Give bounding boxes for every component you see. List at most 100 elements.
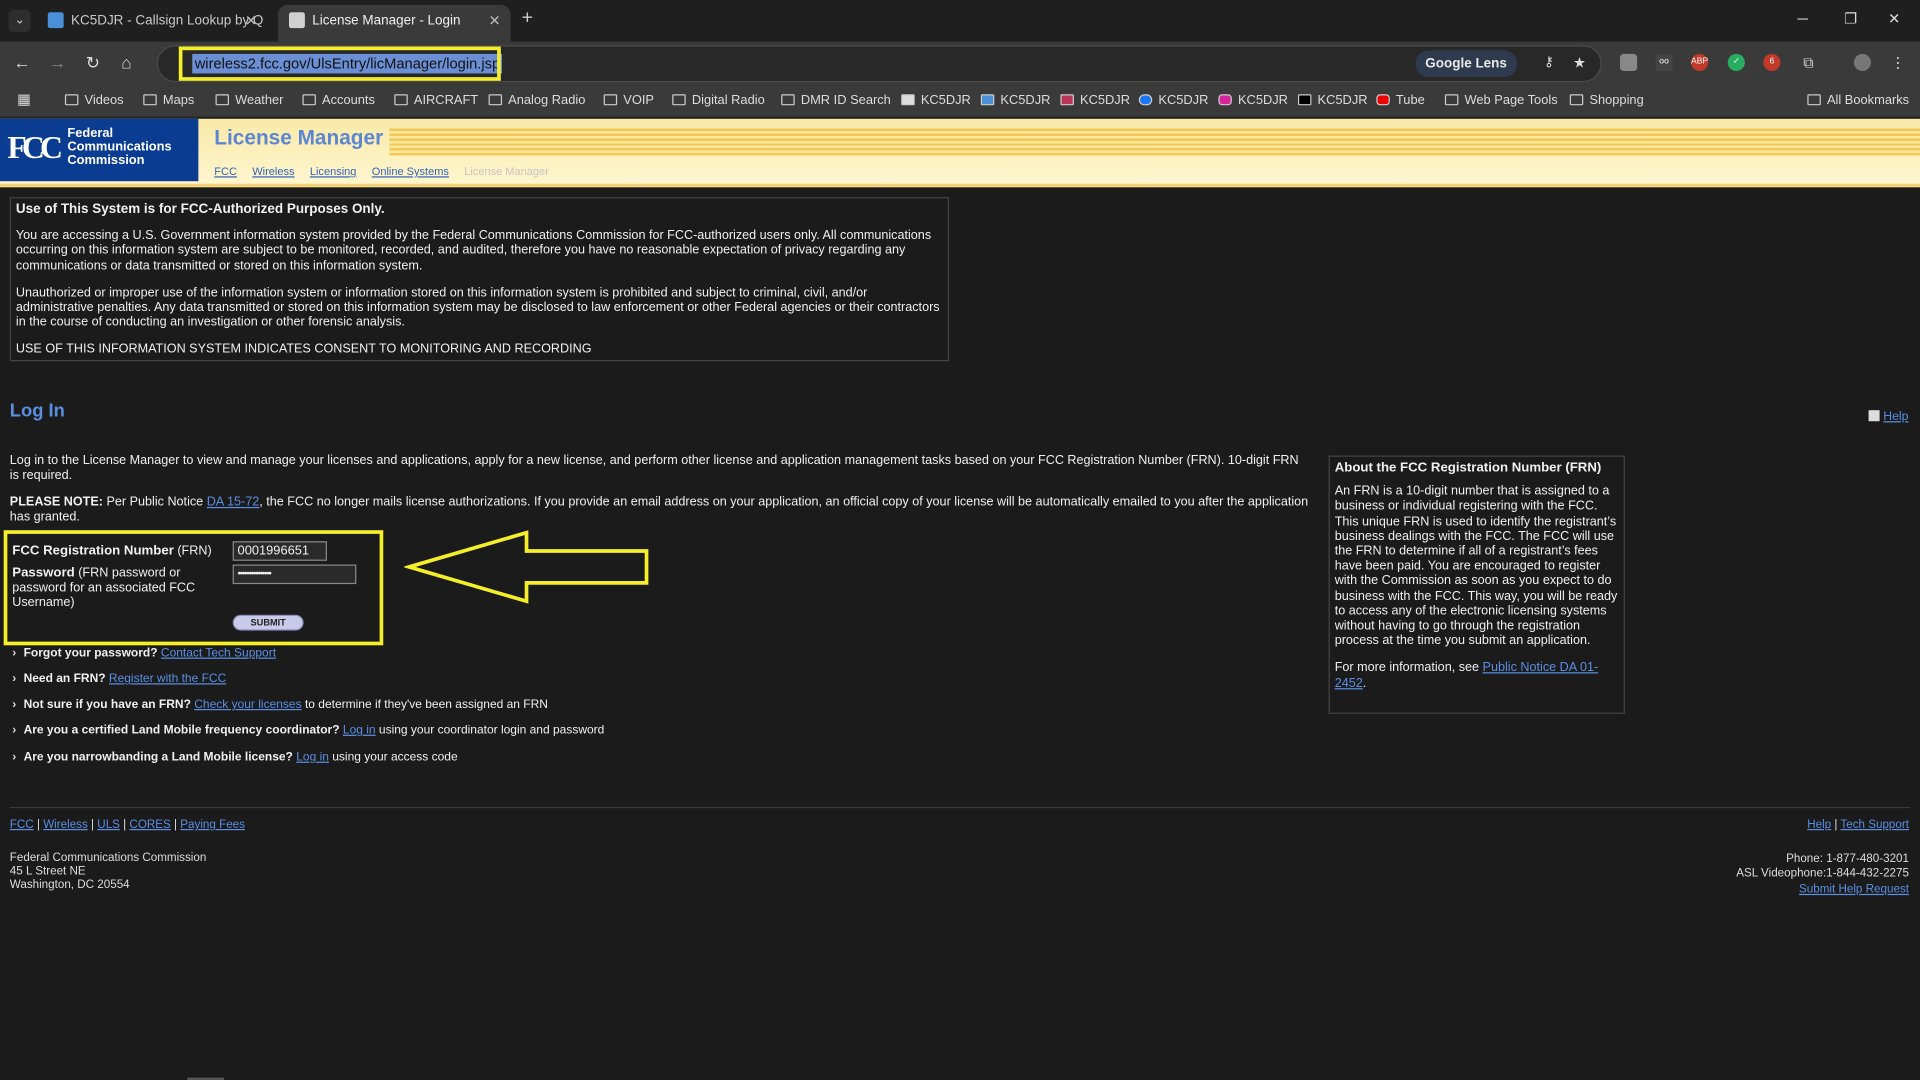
extension-icon[interactable]: oo [1655, 53, 1673, 72]
bookmark-folder[interactable]: Analog Radio [488, 93, 585, 108]
bookmark-folder[interactable]: Videos [64, 93, 124, 108]
profile-avatar-icon[interactable] [1853, 53, 1872, 72]
lens-label: Google Lens [1425, 56, 1507, 72]
bookmark-link[interactable]: Tube [1376, 93, 1425, 108]
submit-help-request-link[interactable]: Submit Help Request [1736, 883, 1909, 898]
google-lens-button[interactable]: Google Lens [1415, 50, 1517, 78]
bookmark-folder[interactable]: Maps [143, 93, 194, 108]
bookmark-folder[interactable]: Weather [215, 93, 283, 108]
bookmark-link[interactable]: KC5DJR [1060, 93, 1130, 108]
bookmark-link[interactable]: KC5DJR [901, 93, 971, 108]
login-intro: Log in to the License Manager to view an… [10, 454, 1310, 537]
folder-icon [64, 94, 79, 106]
back-icon[interactable]: ← [13, 53, 30, 73]
fcc-logo[interactable]: FCC Federal Communications Commission [0, 118, 199, 182]
all-bookmarks[interactable]: All Bookmarks [1807, 93, 1909, 108]
tab-bar: ⌄ KC5DJR - Callsign Lookup by Q ✕ Licens… [0, 0, 1920, 42]
screen: ⌄ KC5DJR - Callsign Lookup by Q ✕ Licens… [0, 0, 1920, 1080]
frn-more-info: For more information, see Public Notice … [1334, 661, 1599, 691]
bookmarks-bar: ▦ Videos Maps Weather Accounts AIRCRAFT … [0, 85, 1920, 118]
footer-link-help[interactable]: Help [1807, 818, 1831, 831]
bookmark-link[interactable]: KC5DJR [1297, 93, 1368, 108]
coordinator-login-link[interactable]: Log in [343, 724, 376, 737]
asl-videophone: ASL Videophone:1-844-432-2275 [1736, 867, 1909, 881]
warning-text: You are accessing a U.S. Government info… [15, 229, 932, 273]
extension-icon[interactable] [1620, 53, 1638, 72]
bookmark-link[interactable]: KC5DJR [980, 93, 1050, 108]
notice-link[interactable]: DA 15-72 [207, 496, 260, 509]
intro-text: Log in to the License Manager to view an… [9, 454, 1299, 483]
frn-info-box: About the FCC Registration Number (FRN) … [1328, 455, 1625, 714]
list-item: › Need an FRN? Register with the FCC [12, 672, 227, 686]
x-twitter-icon [1297, 94, 1312, 106]
bookmark-folder[interactable]: AIRCRAFT [394, 93, 478, 108]
new-tab-icon[interactable]: + [522, 7, 533, 29]
bookmark-star-icon[interactable]: ★ [1571, 54, 1588, 71]
breadcrumb-link[interactable]: Online Systems [372, 165, 449, 177]
breadcrumb-link[interactable]: FCC [214, 165, 237, 177]
tab-close-icon[interactable]: ✕ [488, 5, 500, 37]
folder-icon [603, 94, 618, 106]
help-icon [1868, 410, 1880, 422]
warning-text: Unauthorized or improper use of the info… [15, 286, 940, 330]
folder-icon [781, 94, 795, 106]
tab-close-icon[interactable]: ✕ [245, 5, 257, 37]
footer-link-cores[interactable]: CORES [129, 818, 170, 831]
footer-link-uls[interactable]: ULS [97, 818, 120, 831]
bookmark-folder[interactable]: Digital Radio [672, 93, 765, 108]
extensions-puzzle-icon[interactable]: ⧉ [1800, 54, 1817, 71]
bookmark-folder[interactable]: Shopping [1569, 93, 1644, 108]
footer-link-fcc[interactable]: FCC [10, 818, 34, 831]
bookmark-folder[interactable]: Accounts [302, 93, 375, 108]
menu-dots-icon[interactable]: ⋮ [1889, 54, 1906, 71]
fcc-seal-icon: FCC [7, 129, 63, 166]
bookmark-link[interactable]: KC5DJR [1218, 93, 1288, 108]
password-key-icon[interactable]: ⚷ [1540, 54, 1557, 71]
minimize-icon[interactable]: ─ [1798, 10, 1808, 27]
breadcrumb-current: License Manager [464, 165, 549, 178]
agency-name: Federal Communications Commission [67, 126, 172, 168]
tab-license-manager[interactable]: License Manager - Login ✕ [277, 4, 511, 42]
apps-grid-icon[interactable]: ▦ [17, 91, 31, 108]
restore-icon[interactable]: ❐ [1844, 10, 1857, 27]
bookmark-folder[interactable]: DMR ID Search [781, 93, 891, 108]
url-highlight-box [178, 46, 501, 81]
phone-number: Phone: 1-877-480-3201 [1786, 852, 1909, 866]
instagram-icon [1218, 94, 1232, 106]
footer-link-tech-support[interactable]: Tech Support [1840, 818, 1909, 831]
help-link[interactable]: Help [1868, 410, 1908, 424]
bookmark-link[interactable]: KC5DJR [1138, 93, 1208, 108]
footer-links: FCC | Wireless | ULS | CORES | Paying Fe… [9, 817, 245, 832]
adblock-icon[interactable]: ABP [1691, 53, 1708, 72]
folder-icon [215, 94, 229, 106]
folder-icon [143, 94, 157, 106]
tab-callsign-lookup[interactable]: KC5DJR - Callsign Lookup by Q ✕ [37, 5, 267, 42]
footer-link-paying-fees[interactable]: Paying Fees [180, 818, 245, 831]
password-input[interactable]: ••••••••••••••• [232, 564, 357, 585]
chevron-right-icon: › [12, 723, 17, 738]
footer-link-wireless[interactable]: Wireless [43, 818, 88, 831]
frn-input[interactable]: 0001996651 [232, 541, 327, 561]
close-window-icon[interactable]: ✕ [1888, 10, 1900, 27]
list-item: › Are you narrowbanding a Land Mobile lic… [12, 750, 458, 765]
bookmark-folder[interactable]: Web Page Tools [1444, 93, 1558, 108]
breadcrumb-link[interactable]: Licensing [310, 165, 357, 177]
security-warning: Use of This System is for FCC-Authorized… [9, 197, 949, 362]
header-divider [0, 183, 1920, 188]
check-licenses-link[interactable]: Check your licenses [194, 698, 301, 711]
tab-search-icon[interactable]: ⌄ [8, 9, 31, 32]
submit-button[interactable]: SUBMIT [232, 614, 304, 631]
home-icon[interactable]: ⌂ [121, 53, 131, 73]
register-link[interactable]: Register with the FCC [109, 672, 226, 685]
folder-icon [302, 94, 316, 106]
reload-icon[interactable]: ↻ [86, 53, 100, 74]
extension-icon[interactable]: 6 [1763, 53, 1781, 72]
contact-tech-support-link[interactable]: Contact Tech Support [161, 647, 276, 660]
frn-label: FCC Registration Number (FRN) [12, 543, 212, 559]
bookmark-folder[interactable]: VOIP [603, 93, 654, 108]
breadcrumb: FCC Wireless Licensing Online Systems Li… [214, 165, 561, 177]
breadcrumb-link[interactable]: Wireless [252, 165, 294, 177]
forward-icon[interactable]: → [49, 53, 66, 73]
narrowbanding-login-link[interactable]: Log in [296, 751, 329, 764]
check-extension-icon[interactable]: ✓ [1727, 53, 1745, 72]
